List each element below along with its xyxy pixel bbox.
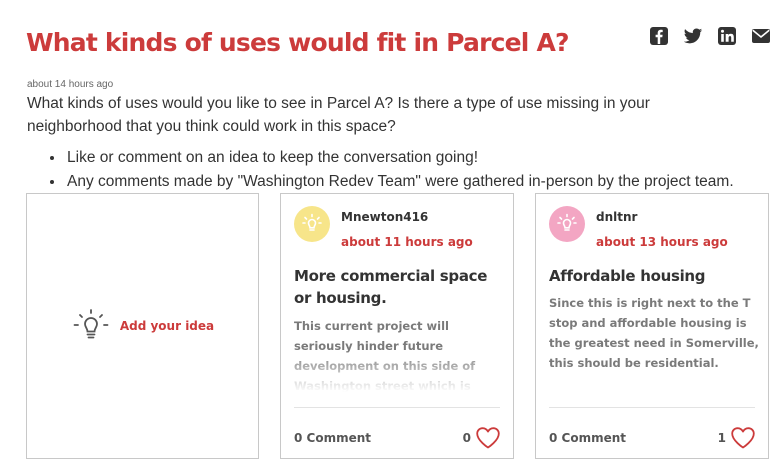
divider xyxy=(294,407,500,408)
idea-body: This current project will seriously hind… xyxy=(294,319,476,392)
email-icon[interactable] xyxy=(751,26,771,46)
idea-card[interactable]: dnltnr about 13 hours ago Affordable hou… xyxy=(535,193,769,459)
lightbulb-icon xyxy=(302,213,322,231)
divider xyxy=(549,407,755,408)
facebook-icon[interactable] xyxy=(649,26,669,46)
post-timestamp: about 14 hours ago xyxy=(27,79,114,90)
lightbulb-icon xyxy=(557,213,577,231)
add-idea-card[interactable]: Add your idea xyxy=(26,193,259,459)
avatar xyxy=(294,206,330,242)
twitter-icon[interactable] xyxy=(683,26,703,46)
post-description: What kinds of uses would you like to see… xyxy=(27,95,650,135)
instructions-list: Like or comment on an idea to keep the c… xyxy=(47,146,734,194)
comment-count-link[interactable]: 0 Comment xyxy=(294,431,371,445)
idea-title[interactable]: Affordable housing xyxy=(549,265,761,287)
idea-time: about 11 hours ago xyxy=(341,235,473,249)
lightbulb-icon xyxy=(73,309,109,339)
share-bar xyxy=(649,26,771,46)
instruction-item: Like or comment on an idea to keep the c… xyxy=(65,146,734,170)
idea-time: about 13 hours ago xyxy=(596,235,728,249)
idea-card[interactable]: Mnewton416 about 11 hours ago More comme… xyxy=(280,193,514,459)
avatar xyxy=(549,206,585,242)
like-count: 0 xyxy=(462,431,471,445)
like-button[interactable]: 0 xyxy=(463,426,501,450)
like-count: 1 xyxy=(717,431,726,445)
idea-author[interactable]: Mnewton416 xyxy=(341,210,428,224)
comment-count-link[interactable]: 0 Comment xyxy=(549,431,626,445)
page-title: What kinds of uses would fit in Parcel A… xyxy=(26,28,570,57)
heart-icon[interactable] xyxy=(730,426,756,450)
linkedin-icon[interactable] xyxy=(717,26,737,46)
idea-author[interactable]: dnltnr xyxy=(596,210,637,224)
instruction-item: Any comments made by "Washington Redev T… xyxy=(65,170,734,194)
heart-icon[interactable] xyxy=(475,426,501,450)
idea-body: Since this is right next to the T stop a… xyxy=(549,296,759,370)
idea-title[interactable]: More commercial space or housing. xyxy=(294,265,506,309)
add-idea-label: Add your idea xyxy=(119,319,215,333)
like-button[interactable]: 1 xyxy=(718,426,756,450)
